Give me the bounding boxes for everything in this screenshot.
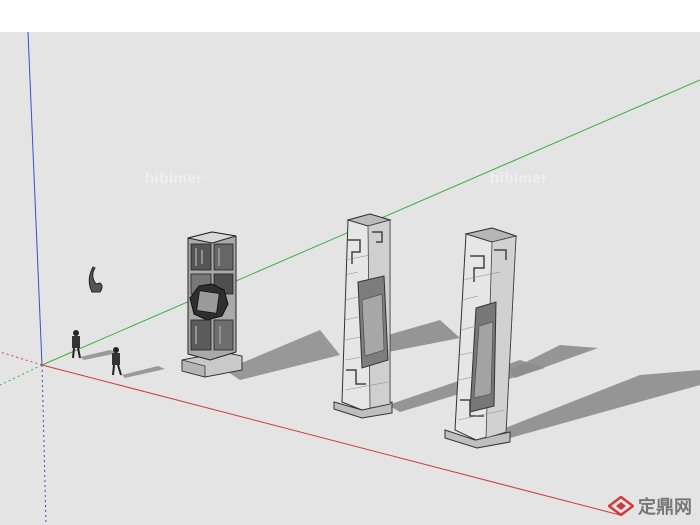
broken-stone-column[interactable]	[333, 213, 393, 419]
watermark-text: hibimer	[490, 170, 548, 187]
model-viewport[interactable]: hibimer hibimer 定鼎网	[0, 0, 700, 525]
pillar-shadow	[388, 320, 460, 352]
blue-axis	[27, 31, 43, 366]
figure-shadow	[122, 366, 165, 378]
red-axis-negative	[0, 351, 43, 366]
blue-axis-negative	[41, 364, 47, 525]
site-logo: 定鼎网	[608, 493, 692, 519]
site-logo-icon	[608, 496, 634, 516]
site-logo-text: 定鼎网	[638, 497, 692, 518]
small-curved-sculpture[interactable]	[88, 266, 103, 293]
scene-canvas[interactable]	[0, 0, 700, 525]
person-figure[interactable]	[72, 330, 81, 359]
pillar-shadow	[500, 370, 700, 438]
square-totem-pillar[interactable]	[181, 231, 243, 378]
green-axis-negative	[0, 364, 43, 386]
person-figure[interactable]	[112, 347, 122, 376]
pillar-shadow	[225, 330, 340, 380]
red-axis	[41, 364, 621, 516]
watermark-text: hibimer	[145, 170, 203, 187]
